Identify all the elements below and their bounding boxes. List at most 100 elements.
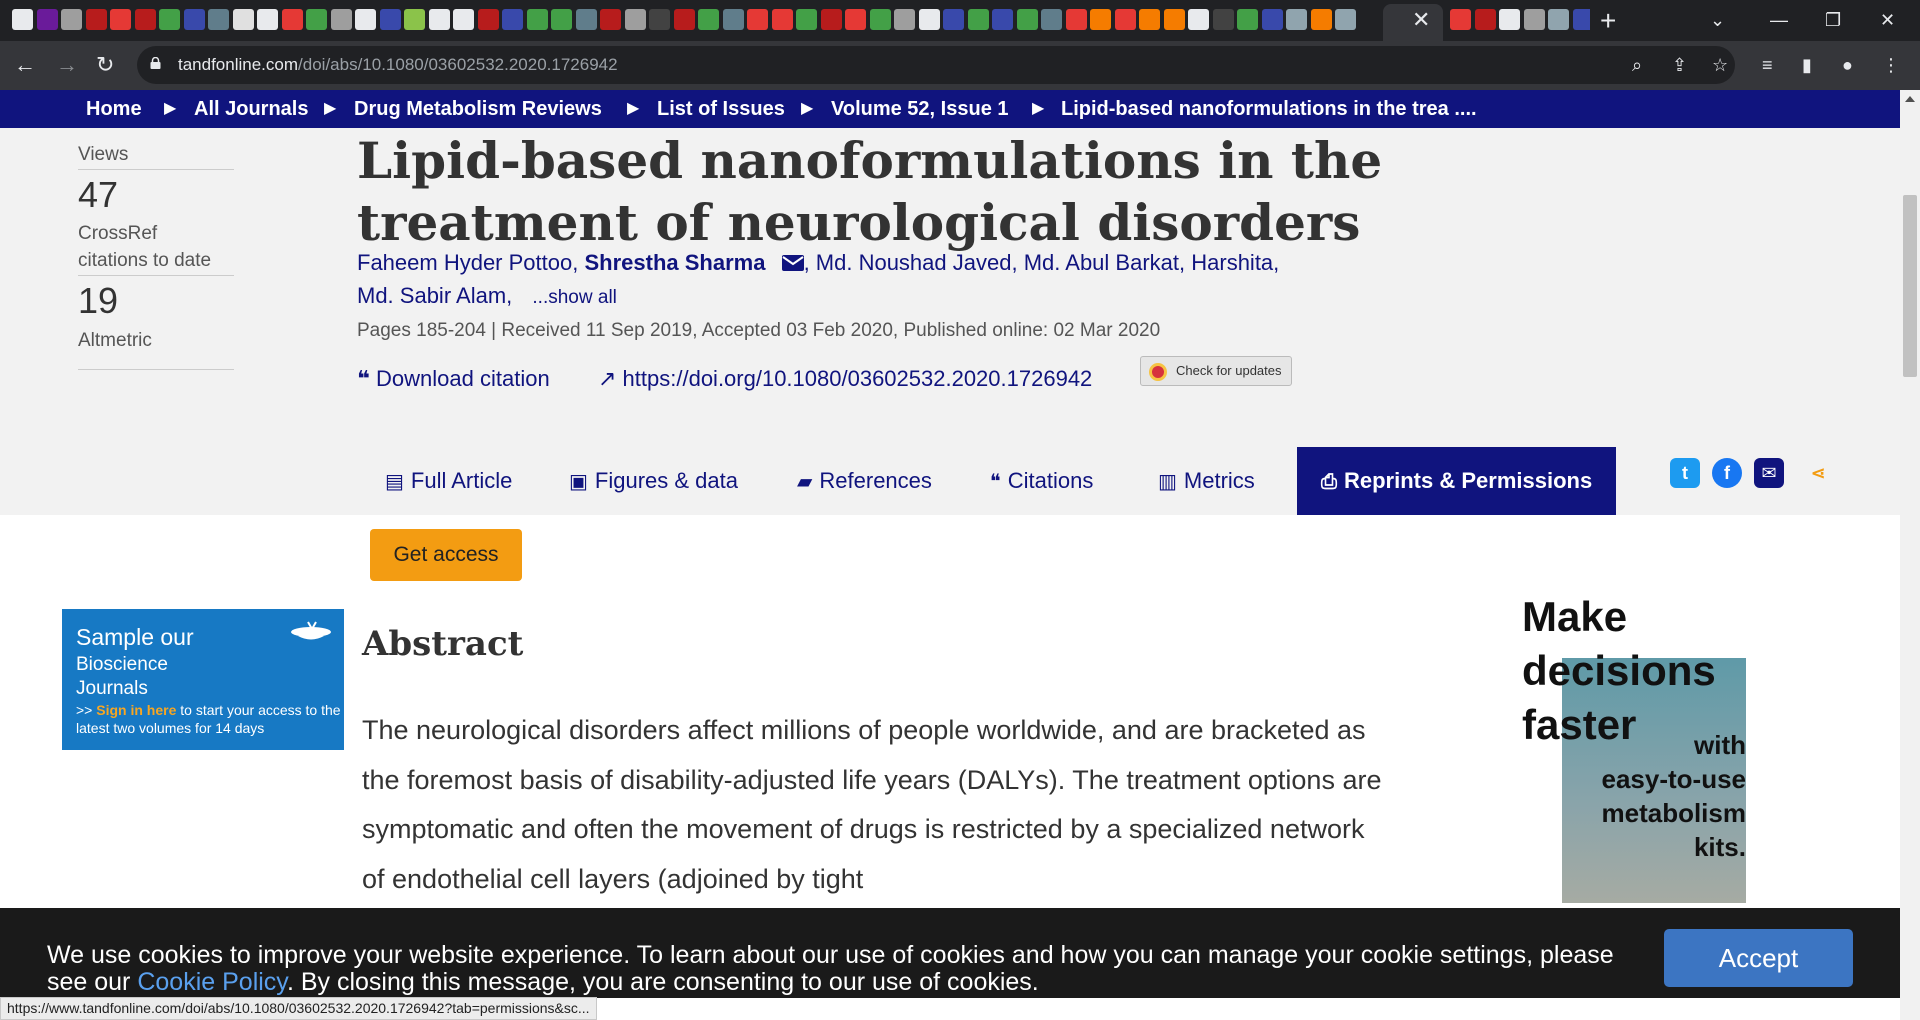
browser-menu-icon[interactable]: ⋮: [1882, 53, 1900, 77]
tab-favicon[interactable]: [992, 9, 1013, 30]
tab-favicon[interactable]: [1212, 9, 1234, 30]
email-share-icon[interactable]: ✉: [1754, 458, 1784, 488]
tab-favicon[interactable]: [1450, 9, 1471, 30]
tab-references[interactable]: ▰ References: [797, 447, 932, 515]
tab-favicon[interactable]: [722, 9, 744, 30]
tab-favicon[interactable]: [453, 9, 474, 30]
corresponding-author-link[interactable]: Shrestha Sharma: [584, 250, 765, 275]
tab-favicon[interactable]: [159, 9, 180, 30]
altmetric-count[interactable]: 19: [78, 281, 118, 321]
tab-favicon[interactable]: [1065, 9, 1087, 30]
tab-favicon[interactable]: [232, 9, 254, 30]
check-for-updates-button[interactable]: Check for updates: [1140, 356, 1292, 386]
tab-favicon[interactable]: [306, 9, 327, 30]
tab-favicon[interactable]: [1188, 9, 1209, 30]
lock-icon[interactable]: [150, 57, 161, 69]
promo-sign-in-link[interactable]: Sign in here: [96, 702, 176, 718]
tab-favicon[interactable]: [600, 9, 621, 30]
tab-favicon[interactable]: [1090, 9, 1111, 30]
minimize-window-icon[interactable]: —: [1770, 8, 1788, 32]
show-all-authors-link[interactable]: ...show all: [532, 287, 616, 308]
doi-link[interactable]: ↗ https://doi.org/10.1080/03602532.2020.…: [598, 364, 1092, 394]
tab-favicon[interactable]: [1548, 9, 1569, 30]
breadcrumb-journal[interactable]: Drug Metabolism Reviews: [354, 90, 602, 128]
close-window-icon[interactable]: ✕: [1880, 8, 1895, 32]
restore-window-icon[interactable]: ❐: [1825, 8, 1841, 32]
tab-favicon[interactable]: [502, 9, 523, 30]
tab-favicon[interactable]: [1016, 9, 1038, 30]
tab-favicon[interactable]: [1041, 9, 1062, 30]
breadcrumb-volume[interactable]: Volume 52, Issue 1: [831, 90, 1009, 128]
tab-favicon[interactable]: [1474, 9, 1496, 30]
tab-favicon[interactable]: [918, 9, 940, 30]
tab-favicon[interactable]: [477, 9, 499, 30]
tab-favicon[interactable]: [747, 9, 768, 30]
tab-favicon[interactable]: [1139, 9, 1160, 30]
author-link[interactable]: , Md. Noushad Javed,: [804, 250, 1018, 275]
bioscience-journals-promo[interactable]: Sample our Bioscience Journals >> Sign in…: [62, 609, 344, 750]
tab-favicon[interactable]: [355, 9, 376, 30]
tab-favicon[interactable]: [869, 9, 891, 30]
tab-favicon[interactable]: [330, 9, 352, 30]
tab-favicon[interactable]: [771, 9, 793, 30]
tab-favicon[interactable]: [526, 9, 548, 30]
tab-citations[interactable]: ❝ Citations: [990, 447, 1093, 515]
author-link[interactable]: Harshita,: [1191, 250, 1279, 275]
tab-favicon[interactable]: [624, 9, 646, 30]
close-tab-icon[interactable]: ✕: [1412, 8, 1430, 32]
tab-metrics[interactable]: ▥ Metrics: [1158, 447, 1255, 515]
tab-favicon[interactable]: [845, 9, 866, 30]
reading-list-icon[interactable]: ≡: [1762, 53, 1773, 77]
author-link[interactable]: Md. Abul Barkat,: [1024, 250, 1185, 275]
tab-favicon[interactable]: [894, 9, 915, 30]
tab-favicon[interactable]: [1237, 9, 1258, 30]
tab-favicon[interactable]: [183, 9, 205, 30]
tab-favicon[interactable]: [428, 9, 450, 30]
tab-favicon[interactable]: [1523, 9, 1545, 30]
share-page-icon[interactable]: ⇪: [1672, 53, 1687, 77]
envelope-icon[interactable]: [781, 255, 804, 271]
zoom-icon[interactable]: ⌕: [1632, 53, 1642, 77]
tab-favicon[interactable]: [61, 9, 82, 30]
cookie-policy-link[interactable]: Cookie Policy: [137, 968, 287, 996]
tab-full-article[interactable]: ▤ Full Article: [385, 447, 512, 515]
scrollbar-thumb[interactable]: [1903, 195, 1917, 377]
get-access-button[interactable]: Get access: [370, 529, 522, 581]
profile-icon[interactable]: ●: [1842, 53, 1853, 77]
tab-favicon[interactable]: [85, 9, 107, 30]
tab-favicon[interactable]: [1310, 9, 1332, 30]
breadcrumb-all-journals[interactable]: All Journals: [194, 90, 308, 128]
tab-favicon[interactable]: [1261, 9, 1283, 30]
author-link[interactable]: Faheem Hyder Pottoo,: [357, 250, 578, 275]
tab-favicon[interactable]: [796, 9, 817, 30]
side-panel-icon[interactable]: ▮: [1802, 53, 1812, 77]
tab-favicon[interactable]: [257, 9, 278, 30]
tab-favicon[interactable]: [208, 9, 229, 30]
download-citation-link[interactable]: ❝ Download citation: [357, 364, 550, 394]
tab-favicon[interactable]: [649, 9, 670, 30]
tab-favicon[interactable]: [1499, 9, 1520, 30]
tab-favicon[interactable]: [673, 9, 695, 30]
tab-favicon[interactable]: [379, 9, 401, 30]
tab-favicon[interactable]: [110, 9, 131, 30]
tab-search-icon[interactable]: ⌄: [1710, 8, 1725, 32]
tab-favicon[interactable]: [820, 9, 842, 30]
forward-icon[interactable]: →: [56, 51, 78, 79]
url-text[interactable]: tandfonline.com/doi/abs/10.1080/03602532…: [178, 54, 618, 76]
tab-favicon[interactable]: [967, 9, 989, 30]
facebook-share-icon[interactable]: f: [1712, 458, 1742, 488]
tab-favicon[interactable]: [12, 9, 33, 30]
tab-favicon[interactable]: [1286, 9, 1307, 30]
back-icon[interactable]: ←: [14, 51, 36, 79]
breadcrumb-list-of-issues[interactable]: List of Issues: [657, 90, 785, 128]
crossref-count[interactable]: 47: [78, 175, 118, 215]
tab-reprints-permissions[interactable]: ⎙ Reprints & Permissions: [1297, 447, 1617, 515]
twitter-share-icon[interactable]: t: [1670, 458, 1700, 488]
tab-favicon[interactable]: [1335, 9, 1356, 30]
share-icon[interactable]: ⋖: [1803, 458, 1833, 488]
breadcrumb-home[interactable]: Home: [86, 90, 142, 128]
scroll-up-icon[interactable]: [1905, 96, 1915, 102]
tab-favicon[interactable]: [404, 9, 425, 30]
tab-favicon[interactable]: [1572, 9, 1590, 30]
tab-favicon[interactable]: [1163, 9, 1185, 30]
